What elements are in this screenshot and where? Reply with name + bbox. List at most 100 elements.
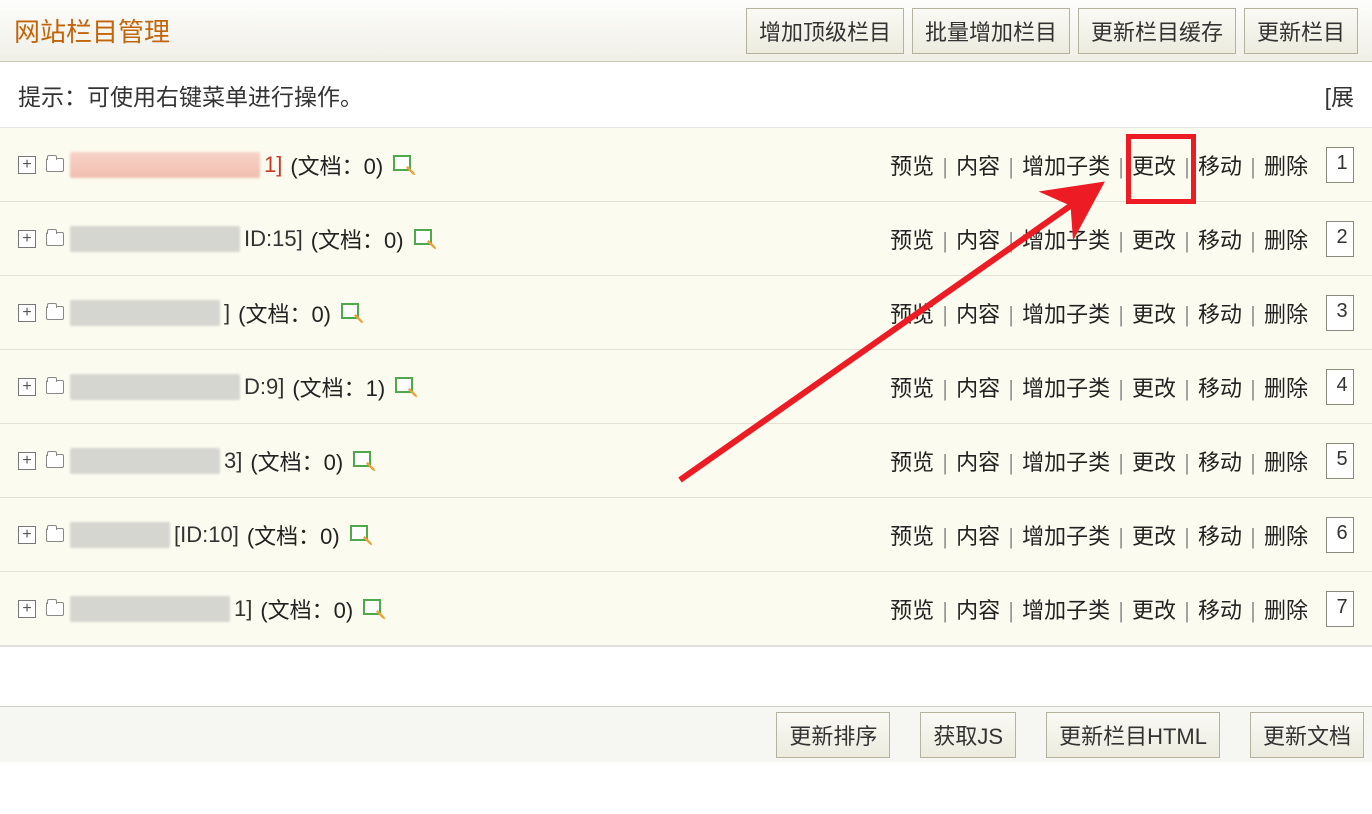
update-doc-html-button[interactable]: 更新文档 <box>1250 712 1364 758</box>
category-row: +D:9](文档：1)预览 | 内容 | 增加子类 | 更改 | 移动 | 删除… <box>0 350 1372 424</box>
preview-link[interactable]: 预览 <box>890 524 934 549</box>
edit-icon[interactable] <box>414 229 436 249</box>
category-name-redacted[interactable] <box>70 152 260 178</box>
move-link[interactable]: 移动 <box>1198 524 1242 549</box>
separator: | <box>1112 450 1130 475</box>
delete-link[interactable]: 删除 <box>1264 598 1308 623</box>
sort-order-input[interactable]: 5 <box>1326 443 1354 479</box>
sort-order-input[interactable]: 1 <box>1326 147 1354 183</box>
content-link[interactable]: 内容 <box>956 302 1000 327</box>
sort-order-input[interactable]: 3 <box>1326 295 1354 331</box>
expand-icon[interactable]: + <box>18 230 36 248</box>
modify-link[interactable]: 更改 <box>1132 228 1176 253</box>
separator: | <box>1244 228 1262 253</box>
update-html-button[interactable]: 更新栏目HTML <box>1046 712 1220 758</box>
batch-add-category-button[interactable]: 批量增加栏目 <box>912 8 1070 54</box>
move-link[interactable]: 移动 <box>1198 228 1242 253</box>
add-subcategory-link[interactable]: 增加子类 <box>1022 524 1110 549</box>
add-subcategory-link[interactable]: 增加子类 <box>1022 154 1110 179</box>
sort-order-input[interactable]: 4 <box>1326 369 1354 405</box>
separator: | <box>1112 228 1130 253</box>
edit-icon[interactable] <box>393 155 415 175</box>
page: 网站栏目管理 增加顶级栏目 批量增加栏目 更新栏目缓存 更新栏目 提示：可使用右… <box>0 0 1372 762</box>
separator: | <box>936 154 954 179</box>
content-link[interactable]: 内容 <box>956 154 1000 179</box>
category-name-redacted[interactable] <box>70 522 170 548</box>
delete-link[interactable]: 删除 <box>1264 524 1308 549</box>
move-link[interactable]: 移动 <box>1198 376 1242 401</box>
get-js-button[interactable]: 获取JS <box>920 712 1016 758</box>
preview-link[interactable]: 预览 <box>890 154 934 179</box>
refresh-column-button[interactable]: 更新栏目 <box>1244 8 1358 54</box>
sort-order-input[interactable]: 2 <box>1326 221 1354 257</box>
content-link[interactable]: 内容 <box>956 524 1000 549</box>
content-link[interactable]: 内容 <box>956 376 1000 401</box>
separator: | <box>1244 154 1262 179</box>
edit-icon[interactable] <box>395 377 417 397</box>
add-subcategory-link[interactable]: 增加子类 <box>1022 450 1110 475</box>
preview-link[interactable]: 预览 <box>890 376 934 401</box>
separator: | <box>1002 450 1020 475</box>
category-row: +3](文档：0)预览 | 内容 | 增加子类 | 更改 | 移动 | 删除5 <box>0 424 1372 498</box>
separator: | <box>1178 154 1196 179</box>
preview-link[interactable]: 预览 <box>890 228 934 253</box>
separator: | <box>1112 154 1130 179</box>
expand-all-link[interactable]: [展 <box>1325 78 1354 112</box>
move-link[interactable]: 移动 <box>1198 302 1242 327</box>
add-subcategory-link[interactable]: 增加子类 <box>1022 598 1110 623</box>
content-link[interactable]: 内容 <box>956 598 1000 623</box>
delete-link[interactable]: 删除 <box>1264 302 1308 327</box>
update-sort-button[interactable]: 更新排序 <box>776 712 890 758</box>
expand-icon[interactable]: + <box>18 526 36 544</box>
folder-icon <box>46 380 64 394</box>
doc-count: (文档：0) <box>250 445 343 477</box>
move-link[interactable]: 移动 <box>1198 450 1242 475</box>
expand-icon[interactable]: + <box>18 156 36 174</box>
separator: | <box>1002 376 1020 401</box>
content-link[interactable]: 内容 <box>956 450 1000 475</box>
folder-icon <box>46 158 64 172</box>
move-link[interactable]: 移动 <box>1198 154 1242 179</box>
add-top-category-button[interactable]: 增加顶级栏目 <box>746 8 904 54</box>
delete-link[interactable]: 删除 <box>1264 154 1308 179</box>
separator: | <box>1002 154 1020 179</box>
category-id: 3] <box>224 448 242 474</box>
modify-link[interactable]: 更改 <box>1132 376 1176 401</box>
add-subcategory-link[interactable]: 增加子类 <box>1022 228 1110 253</box>
modify-link[interactable]: 更改 <box>1132 302 1176 327</box>
sort-order-input[interactable]: 6 <box>1326 517 1354 553</box>
preview-link[interactable]: 预览 <box>890 598 934 623</box>
category-name-redacted[interactable] <box>70 226 240 252</box>
delete-link[interactable]: 删除 <box>1264 376 1308 401</box>
expand-icon[interactable]: + <box>18 378 36 396</box>
category-name-redacted[interactable] <box>70 596 230 622</box>
modify-link[interactable]: 更改 <box>1132 524 1176 549</box>
refresh-cache-button[interactable]: 更新栏目缓存 <box>1078 8 1236 54</box>
expand-icon[interactable]: + <box>18 600 36 618</box>
delete-link[interactable]: 删除 <box>1264 450 1308 475</box>
category-name-redacted[interactable] <box>70 300 220 326</box>
preview-link[interactable]: 预览 <box>890 302 934 327</box>
edit-icon[interactable] <box>353 451 375 471</box>
edit-icon[interactable] <box>363 599 385 619</box>
edit-icon[interactable] <box>341 303 363 323</box>
category-name-redacted[interactable] <box>70 448 220 474</box>
modify-link[interactable]: 更改 <box>1132 154 1176 179</box>
content-link[interactable]: 内容 <box>956 228 1000 253</box>
gap <box>0 646 1372 706</box>
expand-icon[interactable]: + <box>18 452 36 470</box>
row-actions: 预览 | 内容 | 增加子类 | 更改 | 移动 | 删除 <box>890 519 1308 551</box>
preview-link[interactable]: 预览 <box>890 450 934 475</box>
modify-link[interactable]: 更改 <box>1132 450 1176 475</box>
separator: | <box>1002 302 1020 327</box>
modify-link[interactable]: 更改 <box>1132 598 1176 623</box>
add-subcategory-link[interactable]: 增加子类 <box>1022 376 1110 401</box>
category-row: +[ID:10](文档：0)预览 | 内容 | 增加子类 | 更改 | 移动 |… <box>0 498 1372 572</box>
sort-order-input[interactable]: 7 <box>1326 591 1354 627</box>
move-link[interactable]: 移动 <box>1198 598 1242 623</box>
category-name-redacted[interactable] <box>70 374 240 400</box>
delete-link[interactable]: 删除 <box>1264 228 1308 253</box>
add-subcategory-link[interactable]: 增加子类 <box>1022 302 1110 327</box>
edit-icon[interactable] <box>350 525 372 545</box>
expand-icon[interactable]: + <box>18 304 36 322</box>
